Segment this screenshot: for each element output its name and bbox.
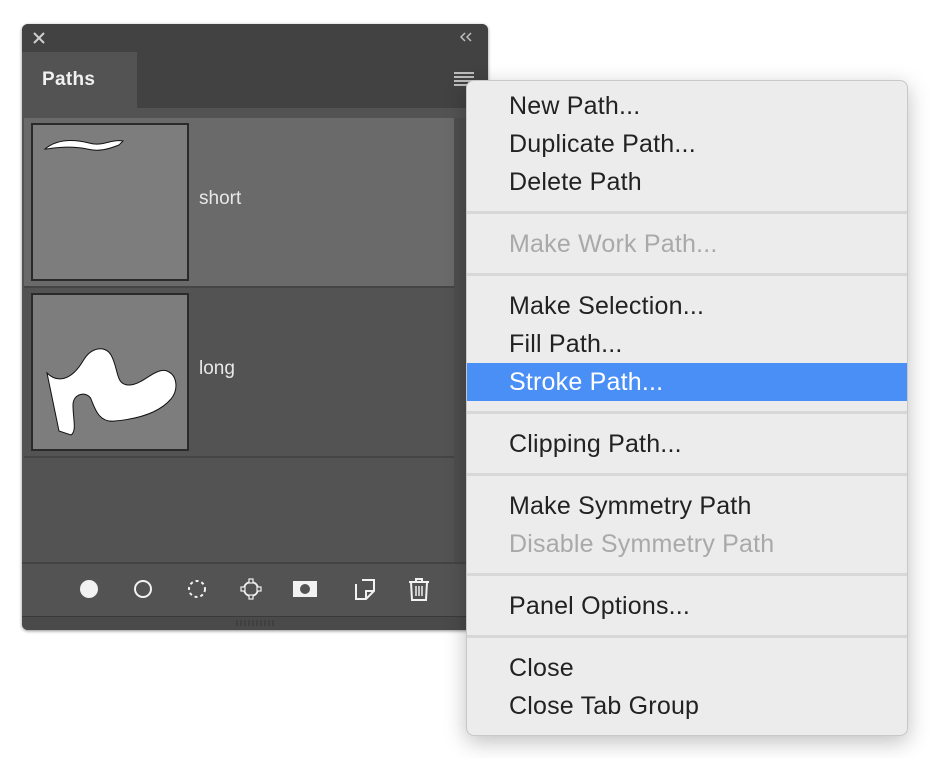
stroke-path-icon[interactable]	[130, 576, 156, 602]
menu-item-panel-options[interactable]: Panel Options...	[467, 587, 907, 625]
menu-separator	[467, 573, 907, 576]
menu-item-close-tab-group[interactable]: Close Tab Group	[467, 687, 907, 725]
paths-list: short long	[22, 118, 454, 562]
make-work-path-icon[interactable]	[238, 576, 264, 602]
menu-item-delete-path[interactable]: Delete Path	[467, 163, 907, 201]
resize-grip-icon[interactable]	[236, 620, 274, 626]
path-thumbnail	[31, 293, 189, 451]
panel-flyout-menu: New Path... Duplicate Path... Delete Pat…	[466, 80, 908, 736]
menu-item-clipping-path[interactable]: Clipping Path...	[467, 425, 907, 463]
path-row-long[interactable]: long	[24, 288, 454, 456]
menu-separator	[467, 411, 907, 414]
path-name: long	[199, 358, 235, 379]
paths-panel: Paths short long	[22, 24, 488, 630]
menu-separator	[467, 473, 907, 476]
menu-item-make-selection[interactable]: Make Selection...	[467, 287, 907, 325]
menu-item-stroke-path[interactable]: Stroke Path...	[467, 363, 907, 401]
panel-tabbar: Paths	[22, 52, 488, 108]
menu-item-duplicate-path[interactable]: Duplicate Path...	[467, 125, 907, 163]
row-divider	[24, 456, 454, 458]
new-path-icon[interactable]	[352, 576, 378, 602]
panel-titlebar	[22, 24, 488, 52]
menu-item-make-symmetry-path[interactable]: Make Symmetry Path	[467, 487, 907, 525]
long-path-shape	[46, 348, 177, 436]
fill-path-icon[interactable]	[76, 576, 102, 602]
path-thumbnail	[31, 123, 189, 281]
path-name: short	[199, 188, 242, 209]
path-row-short[interactable]: short	[24, 118, 454, 286]
load-selection-icon[interactable]	[184, 576, 210, 602]
menu-item-make-work-path: Make Work Path...	[509, 230, 718, 258]
short-path-shape	[43, 140, 125, 151]
add-mask-icon[interactable]	[292, 576, 318, 602]
close-icon[interactable]	[32, 31, 46, 45]
menu-separator	[467, 273, 907, 276]
menu-separator	[467, 211, 907, 214]
delete-path-icon[interactable]	[406, 576, 432, 602]
menu-item-close[interactable]: Close	[467, 649, 907, 687]
tab-paths[interactable]: Paths	[22, 52, 137, 108]
menu-item-new-path[interactable]: New Path...	[467, 87, 907, 125]
menu-item-fill-path[interactable]: Fill Path...	[467, 325, 907, 363]
menu-separator	[467, 635, 907, 638]
collapse-panel-icon[interactable]	[458, 30, 474, 44]
panel-footer	[22, 562, 488, 616]
panel-resize-bar[interactable]	[22, 616, 488, 630]
menu-item-disable-symmetry-path: Disable Symmetry Path	[509, 530, 775, 558]
